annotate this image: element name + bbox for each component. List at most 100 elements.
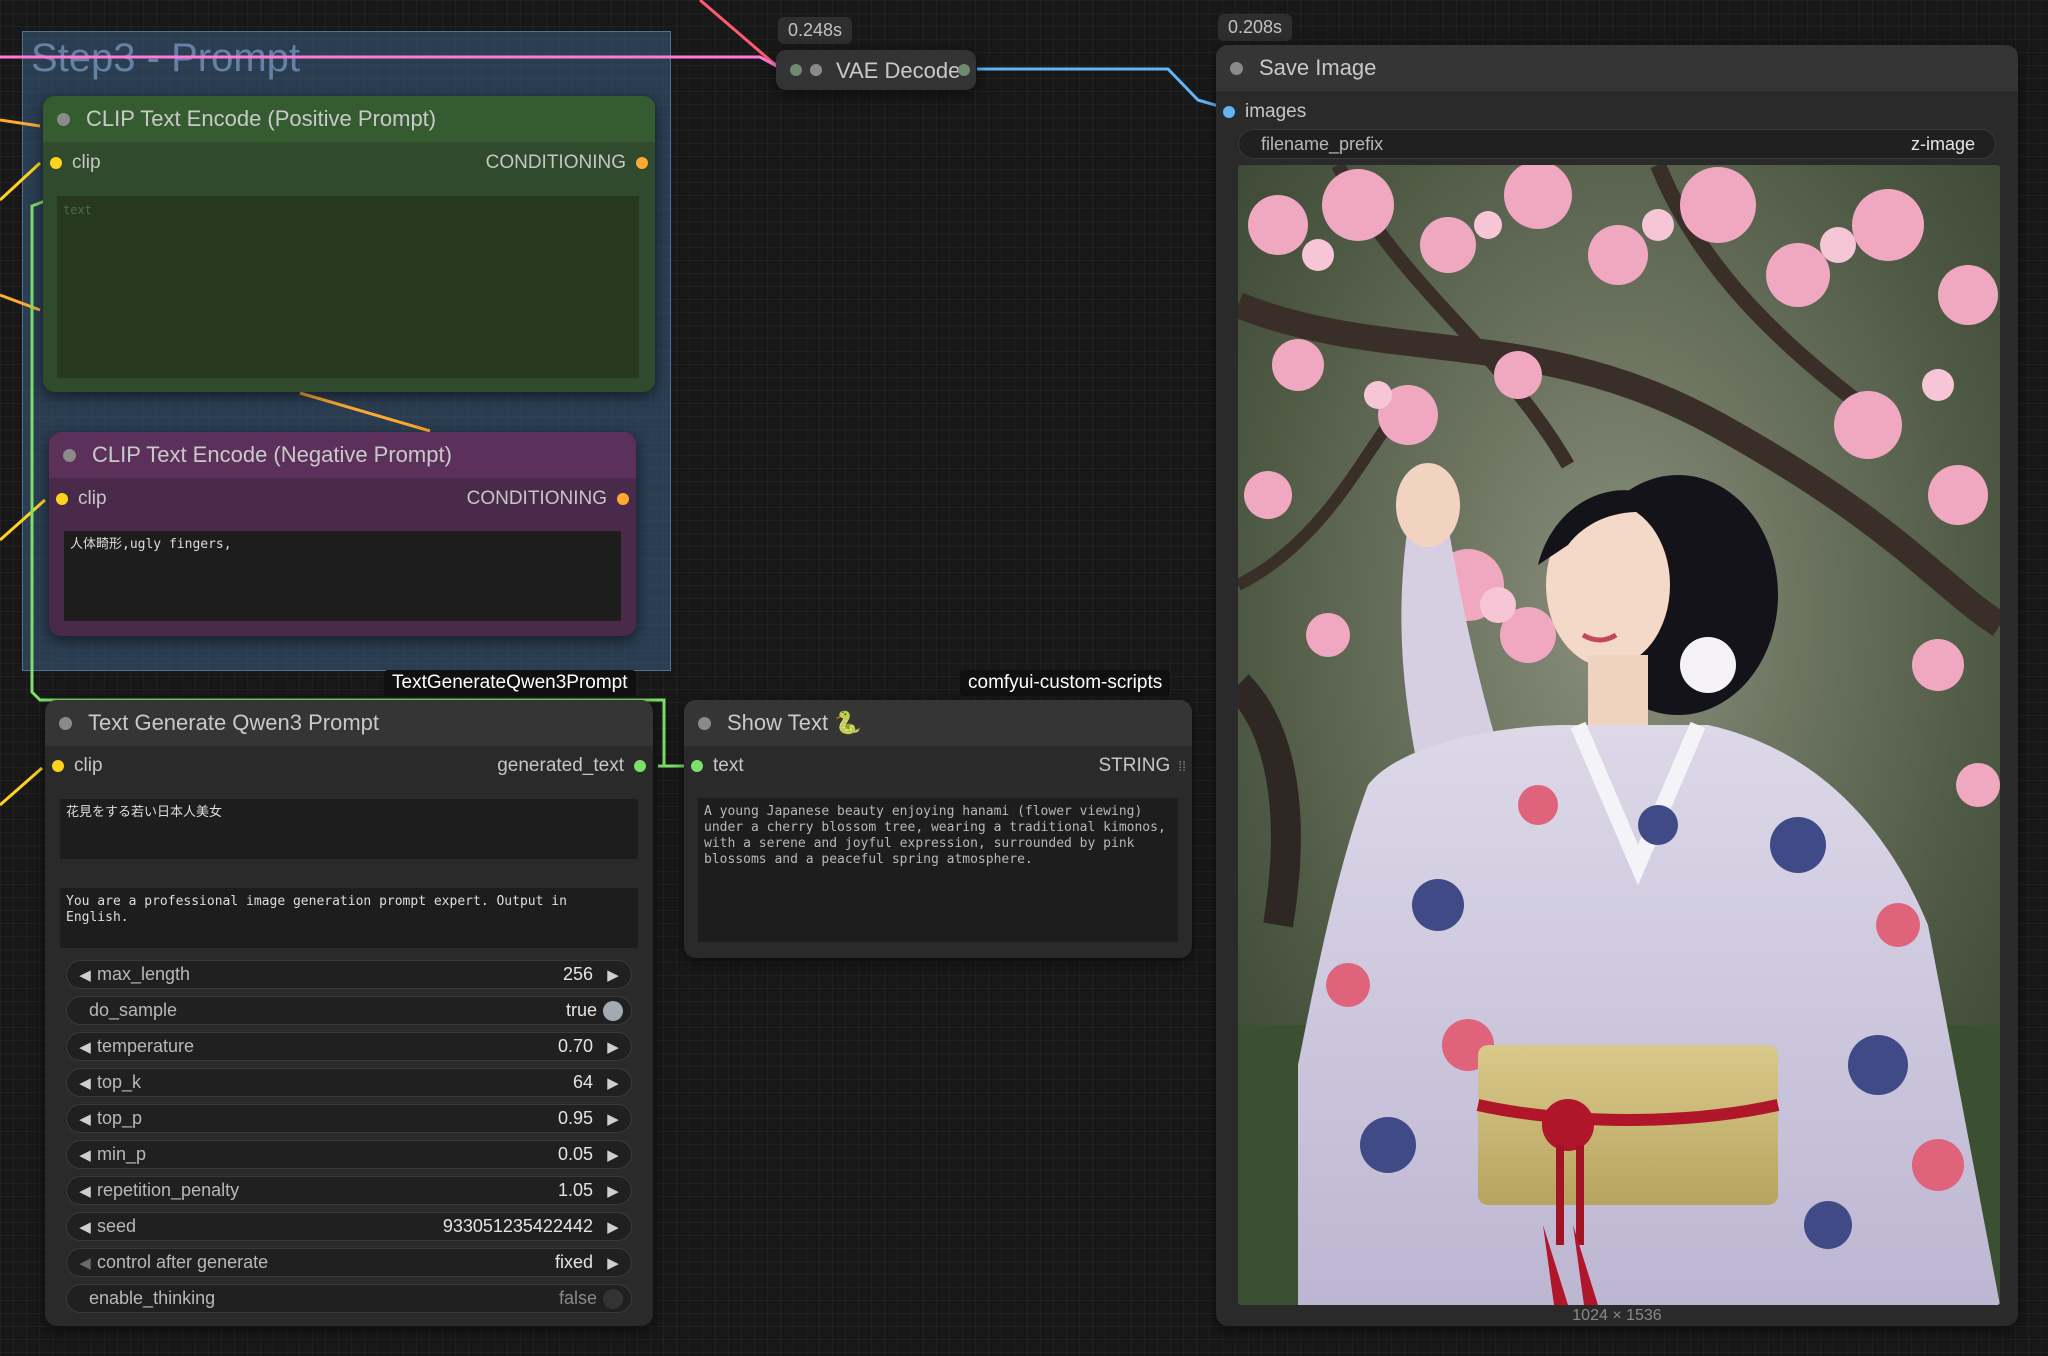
conditioning-output-dot[interactable]	[636, 157, 648, 169]
increment-arrow[interactable]: ▶	[601, 1074, 625, 1092]
collapse-dot[interactable]	[59, 716, 72, 730]
widget-name: seed	[97, 1216, 137, 1236]
show-text-output-textarea[interactable]: A young Japanese beauty enjoying hanami …	[698, 798, 1178, 942]
widget-seed[interactable]: ◀ seed 933051235422442 ▶	[66, 1212, 632, 1241]
clip-negative-title-bar[interactable]: CLIP Text Encode (Negative Prompt)	[49, 432, 636, 478]
widget-value: fixed	[554, 1252, 593, 1272]
positive-prompt-textarea[interactable]: text	[57, 196, 639, 378]
increment-arrow[interactable]: ▶	[601, 966, 625, 984]
widget-name: repetition_penalty	[97, 1180, 240, 1200]
vae-decode-title: VAE Decode	[836, 58, 961, 83]
clip-positive-ports: clip CONDITIONING	[43, 149, 655, 177]
collapse-dot[interactable]	[63, 448, 76, 462]
increment-arrow[interactable]: ▶	[601, 1038, 625, 1056]
toggle-knob[interactable]	[603, 1288, 623, 1309]
save-image-time-badge: 0.208s	[1218, 14, 1293, 41]
text-generate-qwen3-node[interactable]: Text Generate Qwen3 Prompt clip generate…	[45, 700, 653, 1326]
clip-negative-ports: clip CONDITIONING	[49, 485, 636, 513]
image-size-label: 1024 × 1536	[1572, 1307, 1662, 1324]
qwen-prompt-textarea[interactable]: 花見をする若い日本人美女	[60, 799, 638, 859]
decrement-arrow[interactable]: ◀	[73, 1146, 97, 1164]
widget-name: control after generate	[97, 1252, 269, 1272]
widget-value: 64	[572, 1072, 593, 1092]
widget-do-sample[interactable]: do_sample true	[66, 996, 632, 1025]
widget-temperature[interactable]: ◀ temperature 0.70 ▶	[66, 1032, 632, 1061]
vae-decode-time-badge: 0.248s	[778, 17, 853, 44]
widget-value: 1.05	[557, 1180, 593, 1200]
increment-arrow[interactable]: ▶	[601, 1254, 625, 1272]
node-graph-canvas[interactable]: Step3 - Prompt 0.248s 0.208s VAE Decode …	[0, 0, 2048, 1356]
decrement-arrow[interactable]: ◀	[73, 966, 97, 984]
show-text-title: Show Text 🐍	[727, 710, 862, 735]
widget-value: false	[558, 1288, 597, 1308]
filename-prefix-widget[interactable]: filename_prefix z-image	[1238, 129, 1996, 159]
widget-top-p[interactable]: ◀ top_p 0.95 ▶	[66, 1104, 632, 1133]
group-title[interactable]: Step3 - Prompt	[31, 36, 300, 81]
widget-name: min_p	[97, 1144, 147, 1164]
image-wire	[977, 67, 1233, 112]
widget-top-k[interactable]: ◀ top_k 64 ▶	[66, 1068, 632, 1097]
preview-image-illustration	[1238, 165, 2000, 1305]
decrement-arrow[interactable]: ◀	[73, 1254, 97, 1272]
widget-value: 933051235422442	[442, 1216, 593, 1236]
clip-negative-title: CLIP Text Encode (Negative Prompt)	[92, 442, 452, 467]
qwen-system-textarea[interactable]: You are a professional image generation …	[60, 888, 638, 948]
conditioning-output-dot[interactable]	[617, 493, 629, 505]
show-text-package-label: comfyui-custom-scripts	[960, 670, 1171, 696]
images-input-dot[interactable]	[1223, 106, 1235, 118]
widget-name: temperature	[97, 1036, 195, 1056]
vae-input-wire	[699, 0, 783, 71]
conditioning-output-label: CONDITIONING	[485, 152, 626, 173]
collapse-dot[interactable]	[698, 716, 711, 730]
increment-arrow[interactable]: ▶	[601, 1146, 625, 1164]
images-input-label: images	[1245, 101, 1307, 122]
increment-arrow[interactable]: ▶	[601, 1182, 625, 1200]
qwen-ports: clip generated_text	[45, 752, 653, 780]
vae-decode-input-dot[interactable]	[790, 64, 802, 76]
widget-min-p[interactable]: ◀ min_p 0.05 ▶	[66, 1140, 632, 1169]
qwen-title-bar[interactable]: Text Generate Qwen3 Prompt	[45, 700, 653, 746]
filename-prefix-value: z-image	[1910, 133, 1975, 154]
clip-input-dot[interactable]	[50, 157, 62, 169]
clip-input-dot[interactable]	[52, 760, 64, 772]
vae-decode-collapse-dot[interactable]	[810, 64, 822, 76]
collapse-dot[interactable]	[1230, 61, 1243, 75]
show-text-ports: text STRING ⁞⁞	[684, 752, 1192, 780]
widget-control-after-generate[interactable]: ◀ control after generate fixed ▶	[66, 1248, 632, 1277]
decrement-arrow[interactable]: ◀	[73, 1110, 97, 1128]
clip-input-dot[interactable]	[56, 493, 68, 505]
text-input-dot[interactable]	[691, 760, 703, 772]
decrement-arrow[interactable]: ◀	[73, 1182, 97, 1200]
clip-input-label: clip	[78, 488, 107, 509]
widget-value: 256	[562, 964, 593, 984]
widget-value: 0.70	[557, 1036, 593, 1056]
clip-positive-node[interactable]: CLIP Text Encode (Positive Prompt) clip …	[43, 96, 655, 392]
collapse-dot[interactable]	[57, 112, 70, 126]
widget-name: top_k	[97, 1072, 142, 1092]
clip-negative-node[interactable]: CLIP Text Encode (Negative Prompt) clip …	[49, 432, 636, 636]
widget-repetition-penalty[interactable]: ◀ repetition_penalty 1.05 ▶	[66, 1176, 632, 1205]
save-image-title: Save Image	[1259, 55, 1377, 80]
vae-decode-output-dot[interactable]	[958, 64, 970, 76]
show-text-title-bar[interactable]: Show Text 🐍	[684, 700, 1192, 746]
generated-text-output-dot[interactable]	[634, 760, 646, 772]
conditioning-output-label: CONDITIONING	[466, 488, 607, 509]
negative-prompt-textarea[interactable]: 人体畸形,ugly fingers,	[64, 531, 621, 621]
show-text-node[interactable]: Show Text 🐍 text STRING ⁞⁞ A young Japan…	[684, 700, 1192, 958]
widget-enable-thinking[interactable]: enable_thinking false	[66, 1284, 632, 1313]
preview-image[interactable]	[1238, 165, 2000, 1305]
decrement-arrow[interactable]: ◀	[73, 1218, 97, 1236]
text-input-label: text	[713, 755, 744, 776]
widget-name: enable_thinking	[89, 1288, 216, 1308]
increment-arrow[interactable]: ▶	[601, 1218, 625, 1236]
decrement-arrow[interactable]: ◀	[73, 1038, 97, 1056]
increment-arrow[interactable]: ▶	[601, 1110, 625, 1128]
toggle-knob[interactable]	[603, 1000, 623, 1021]
decrement-arrow[interactable]: ◀	[73, 1074, 97, 1092]
list-output-icon[interactable]: ⁞⁞	[1178, 758, 1186, 774]
clip-positive-title-bar[interactable]: CLIP Text Encode (Positive Prompt)	[43, 96, 655, 142]
save-image-title-bar[interactable]: Save Image	[1216, 45, 2018, 91]
vae-decode-node[interactable]: VAE Decode	[776, 50, 976, 90]
widget-max-length[interactable]: ◀ max_length 256 ▶	[66, 960, 632, 989]
widget-name: max_length	[97, 964, 191, 984]
